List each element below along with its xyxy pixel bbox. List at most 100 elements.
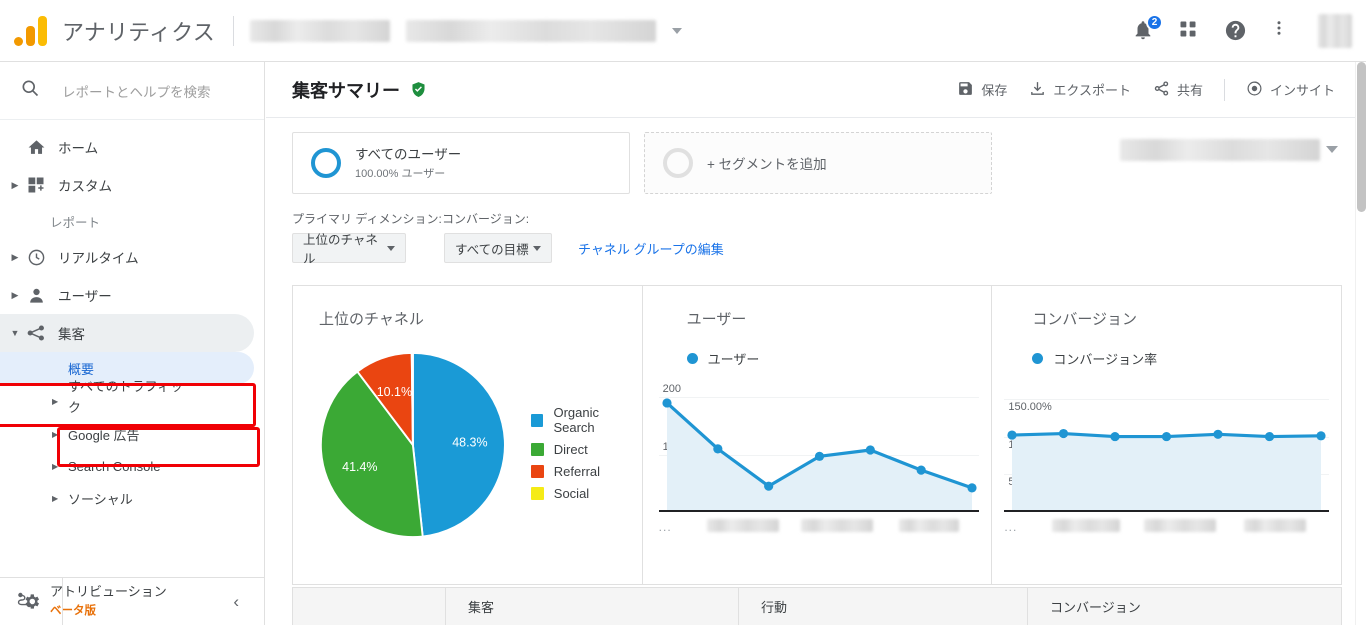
users-chart-legend: ユーザー xyxy=(643,329,992,368)
users-xlabel-redacted-3 xyxy=(899,519,959,532)
line-chart-data-point[interactable] xyxy=(967,483,976,492)
apps-grid-icon[interactable] xyxy=(1178,19,1202,43)
conversion-select[interactable]: すべての目標 xyxy=(444,233,552,263)
sidebar-item-home[interactable]: ホーム xyxy=(0,128,264,166)
line-chart-data-point[interactable] xyxy=(1111,432,1120,441)
pie-legend-swatch-icon xyxy=(531,487,544,500)
insights-icon xyxy=(1246,80,1263,100)
search-console-expand-chevron-icon[interactable]: ▶ xyxy=(52,462,64,471)
chart-panels: 上位のチャネル 48.3%41.4%10.1% Organic SearchDi… xyxy=(292,285,1342,585)
settings-gear-icon[interactable] xyxy=(0,592,62,611)
line-chart-data-point[interactable] xyxy=(1162,432,1171,441)
account-name-redacted[interactable] xyxy=(250,20,390,42)
users-expand-chevron-icon[interactable]: ▶ xyxy=(8,291,22,300)
conversion-chevron-icon xyxy=(533,246,541,251)
pie-legend-item[interactable]: Organic Search xyxy=(531,405,642,435)
line-chart-data-point[interactable] xyxy=(1265,432,1274,441)
primary-dimension-select[interactable]: 上位のチャネル xyxy=(292,233,406,263)
segment-all-users[interactable]: すべてのユーザー 100.00% ユーザー xyxy=(292,132,630,194)
more-vertical-icon[interactable] xyxy=(1270,19,1294,43)
clock-icon xyxy=(22,248,50,267)
conversion-xaxis-labels: ... xyxy=(1004,518,1329,536)
line-chart-data-point[interactable] xyxy=(1059,429,1068,438)
google-ads-expand-chevron-icon[interactable]: ▶ xyxy=(52,430,64,439)
footer-divider xyxy=(62,578,63,625)
line-chart-data-point[interactable] xyxy=(1008,430,1017,439)
conversion-xlabel-redacted-2 xyxy=(1144,519,1216,532)
user-avatar[interactable] xyxy=(1318,14,1352,48)
all-traffic-expand-chevron-icon[interactable]: ▶ xyxy=(52,397,64,406)
sidebar-item-custom[interactable]: ▶ カスタム xyxy=(0,166,264,204)
sidebar-subitem-social[interactable]: ▶ ソーシャル xyxy=(0,482,264,514)
pie-legend-label: Direct xyxy=(554,442,588,457)
line-chart-area-fill xyxy=(1012,434,1321,512)
pie-legend-swatch-icon xyxy=(531,465,544,478)
pie-chart-area: 48.3%41.4%10.1% Organic SearchDirectRefe… xyxy=(293,329,642,543)
pie-slice-value-label: 41.4% xyxy=(342,460,377,474)
line-chart-data-point[interactable] xyxy=(916,466,925,475)
segment-all-users-text: すべてのユーザー 100.00% ユーザー xyxy=(355,146,461,181)
property-name-redacted[interactable] xyxy=(406,20,656,42)
line-chart-data-point[interactable] xyxy=(662,398,671,407)
pie-slice-value-label: 48.3% xyxy=(452,436,487,450)
line-chart-data-point[interactable] xyxy=(815,452,824,461)
left-sidebar: レポートとヘルプを検索 ホーム ▶ カスタム xyxy=(0,62,265,625)
line-chart-data-point[interactable] xyxy=(713,444,722,453)
actions-divider xyxy=(1224,79,1225,101)
conversion-xaxis-ellipsis: ... xyxy=(1004,520,1017,534)
person-icon xyxy=(22,286,50,305)
segment-bar: すべてのユーザー 100.00% ユーザー + セグメントを追加 xyxy=(266,118,1356,194)
date-range-chevron-icon[interactable] xyxy=(1326,146,1338,153)
chart-baseline xyxy=(1004,510,1329,512)
sidebar-item-users[interactable]: ▶ ユーザー xyxy=(0,276,264,314)
edit-channel-grouping-link[interactable]: チャネル グループの編集 xyxy=(578,239,724,258)
brand-logo-area[interactable]: アナリティクス xyxy=(0,15,215,47)
sidebar-label-search-console: Search Console xyxy=(68,459,161,474)
panel-top-channels: 上位のチャネル 48.3%41.4%10.1% Organic SearchDi… xyxy=(293,286,642,584)
line-chart-data-point[interactable] xyxy=(1317,431,1326,440)
pie-legend-label: Social xyxy=(554,486,589,501)
pie-chart-svg[interactable]: 48.3%41.4%10.1% xyxy=(317,347,509,543)
pie-legend-item[interactable]: Referral xyxy=(531,464,642,479)
sidebar-footer: ‹ xyxy=(0,577,265,625)
sidebar-section-reports: レポート xyxy=(0,204,264,238)
add-segment-button[interactable]: + セグメントを追加 xyxy=(644,132,992,194)
page-scrollbar-thumb[interactable] xyxy=(1357,62,1366,212)
acquisition-collapse-chevron-icon[interactable]: ▼ xyxy=(8,329,22,338)
sidebar-item-acquisition[interactable]: ▼ 集客 xyxy=(0,314,254,352)
help-question-icon[interactable] xyxy=(1224,19,1248,43)
page-header-actions: 保存 エクスポート xyxy=(950,75,1342,105)
users-line-chart[interactable]: 200100 xyxy=(659,380,980,512)
save-label: 保存 xyxy=(981,80,1007,99)
page-scrollbar[interactable] xyxy=(1355,62,1366,625)
line-chart-data-point[interactable] xyxy=(1214,430,1223,439)
date-range-redacted[interactable] xyxy=(1120,139,1320,161)
export-button[interactable]: エクスポート xyxy=(1022,75,1138,105)
line-chart-data-point[interactable] xyxy=(764,482,773,491)
sidebar-item-realtime[interactable]: ▶ リアルタイム xyxy=(0,238,264,276)
realtime-expand-chevron-icon[interactable]: ▶ xyxy=(8,253,22,262)
pie-legend-item[interactable]: Social xyxy=(531,486,642,501)
save-button[interactable]: 保存 xyxy=(950,75,1014,105)
sidebar-subitem-google-ads[interactable]: ▶ Google 広告 xyxy=(0,418,264,450)
chart-baseline xyxy=(659,510,980,512)
page-title: 集客サマリー xyxy=(292,77,400,103)
line-chart-data-point[interactable] xyxy=(865,445,874,454)
insights-button[interactable]: インサイト xyxy=(1239,75,1342,105)
account-selector-chevron-icon[interactable] xyxy=(672,28,682,34)
sidebar-subitem-all-traffic[interactable]: ▶ すべてのトラフィック xyxy=(0,384,264,418)
sidebar-search-box[interactable]: レポートとヘルプを検索 xyxy=(0,62,264,120)
pie-legend-swatch-icon xyxy=(531,443,544,456)
share-button[interactable]: 共有 xyxy=(1146,75,1210,105)
custom-expand-chevron-icon[interactable]: ▶ xyxy=(8,181,22,190)
collapse-sidebar-chevron-icon[interactable]: ‹ xyxy=(233,592,265,612)
conversion-line-chart[interactable]: 150.00%100.00%50.00% xyxy=(1004,380,1329,512)
notifications-bell-icon[interactable]: 2 xyxy=(1132,19,1156,43)
social-expand-chevron-icon[interactable]: ▶ xyxy=(52,494,64,503)
pie-slice[interactable] xyxy=(412,353,413,445)
conversion-xlabel-redacted-3 xyxy=(1244,519,1306,532)
pie-legend-item[interactable]: Direct xyxy=(531,442,642,457)
sidebar-subitem-search-console[interactable]: ▶ Search Console xyxy=(0,450,264,482)
sidebar-label-home: ホーム xyxy=(58,137,98,157)
dimension-labels: プライマリ ディメンション: コンバージョン: xyxy=(292,210,1356,227)
